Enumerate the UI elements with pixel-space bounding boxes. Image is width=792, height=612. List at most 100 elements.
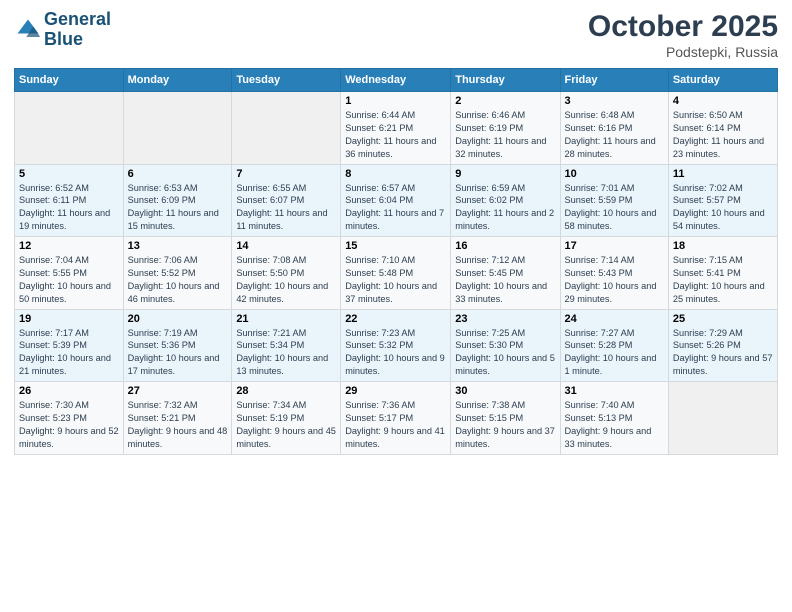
day-cell: 16Sunrise: 7:12 AMSunset: 5:45 PMDayligh… <box>451 237 560 310</box>
week-row-2: 5 Sunrise: 6:52 AMSunset: 6:11 PMDaylight… <box>15 164 778 237</box>
day-cell: 17 Sunrise: 7:14 AMSunset: 5:43 PMDayligh… <box>560 237 668 310</box>
weekday-header-monday: Monday <box>123 69 232 92</box>
day-cell: 10Sunrise: 7:01 AMSunset: 5:59 PMDayligh… <box>560 164 668 237</box>
day-number: 3 <box>565 95 664 107</box>
day-number: 14 <box>236 240 336 252</box>
day-number: 23 <box>455 313 555 325</box>
day-cell: 4Sunrise: 6:50 AMSunset: 6:14 PMDaylight… <box>668 92 777 165</box>
day-info: Sunrise: 7:29 AMSunset: 5:26 PMDaylight:… <box>673 327 773 379</box>
title-block: October 2025 Podstepki, Russia <box>588 10 778 60</box>
day-info: Sunrise: 7:14 AMSunset: 5:43 PMDaylight:… <box>565 254 664 306</box>
day-info: Sunrise: 7:36 AMSunset: 5:17 PMDaylight:… <box>345 399 446 451</box>
day-cell <box>668 382 777 455</box>
day-number: 10 <box>565 168 664 180</box>
month-title: October 2025 <box>588 10 778 44</box>
day-info: Sunrise: 7:34 AMSunset: 5:19 PMDaylight:… <box>236 399 336 451</box>
day-cell: 14 Sunrise: 7:08 AMSunset: 5:50 PMDayligh… <box>232 237 341 310</box>
weekday-header-wednesday: Wednesday <box>341 69 451 92</box>
day-cell: 29 Sunrise: 7:36 AMSunset: 5:17 PMDayligh… <box>341 382 451 455</box>
day-cell: 11 Sunrise: 7:02 AMSunset: 5:57 PMDayligh… <box>668 164 777 237</box>
weekday-header-friday: Friday <box>560 69 668 92</box>
day-number: 7 <box>236 168 336 180</box>
day-number: 24 <box>565 313 664 325</box>
day-cell: 9Sunrise: 6:59 AMSunset: 6:02 PMDaylight… <box>451 164 560 237</box>
day-cell: 7 Sunrise: 6:55 AMSunset: 6:07 PMDaylight… <box>232 164 341 237</box>
day-number: 11 <box>673 168 773 180</box>
day-number: 8 <box>345 168 446 180</box>
day-info: Sunrise: 6:55 AMSunset: 6:07 PMDaylight:… <box>236 182 336 234</box>
location: Podstepki, Russia <box>588 44 778 60</box>
day-number: 31 <box>565 385 664 397</box>
day-info: Sunrise: 7:08 AMSunset: 5:50 PMDaylight:… <box>236 254 336 306</box>
day-info: Sunrise: 7:02 AMSunset: 5:57 PMDaylight:… <box>673 182 773 234</box>
day-cell: 6Sunrise: 6:53 AMSunset: 6:09 PMDaylight… <box>123 164 232 237</box>
day-number: 25 <box>673 313 773 325</box>
day-info: Sunrise: 7:19 AMSunset: 5:36 PMDaylight:… <box>128 327 228 379</box>
day-number: 17 <box>565 240 664 252</box>
logo: General Blue <box>14 10 111 50</box>
day-cell: 23 Sunrise: 7:25 AMSunset: 5:30 PMDayligh… <box>451 309 560 382</box>
day-cell: 28 Sunrise: 7:34 AMSunset: 5:19 PMDayligh… <box>232 382 341 455</box>
day-cell: 27 Sunrise: 7:32 AMSunset: 5:21 PMDayligh… <box>123 382 232 455</box>
day-number: 19 <box>19 313 119 325</box>
day-info: Sunrise: 7:27 AMSunset: 5:28 PMDaylight:… <box>565 327 664 379</box>
day-cell: 24 Sunrise: 7:27 AMSunset: 5:28 PMDayligh… <box>560 309 668 382</box>
day-cell: 1 Sunrise: 6:44 AMSunset: 6:21 PMDaylight… <box>341 92 451 165</box>
day-cell: 12Sunrise: 7:04 AMSunset: 5:55 PMDayligh… <box>15 237 124 310</box>
day-number: 20 <box>128 313 228 325</box>
day-number: 27 <box>128 385 228 397</box>
day-number: 15 <box>345 240 446 252</box>
day-number: 29 <box>345 385 446 397</box>
day-info: Sunrise: 7:25 AMSunset: 5:30 PMDaylight:… <box>455 327 555 379</box>
day-number: 30 <box>455 385 555 397</box>
day-cell <box>232 92 341 165</box>
weekday-header-thursday: Thursday <box>451 69 560 92</box>
week-row-5: 26Sunrise: 7:30 AMSunset: 5:23 PMDayligh… <box>15 382 778 455</box>
day-info: Sunrise: 6:44 AMSunset: 6:21 PMDaylight:… <box>345 109 446 161</box>
day-cell: 26Sunrise: 7:30 AMSunset: 5:23 PMDayligh… <box>15 382 124 455</box>
day-info: Sunrise: 7:32 AMSunset: 5:21 PMDaylight:… <box>128 399 228 451</box>
day-info: Sunrise: 7:38 AMSunset: 5:15 PMDaylight:… <box>455 399 555 451</box>
weekday-header-saturday: Saturday <box>668 69 777 92</box>
logo-text: General Blue <box>44 10 111 50</box>
day-cell: 25 Sunrise: 7:29 AMSunset: 5:26 PMDayligh… <box>668 309 777 382</box>
day-info: Sunrise: 7:17 AMSunset: 5:39 PMDaylight:… <box>19 327 119 379</box>
day-info: Sunrise: 6:57 AMSunset: 6:04 PMDaylight:… <box>345 182 446 234</box>
week-row-3: 12Sunrise: 7:04 AMSunset: 5:55 PMDayligh… <box>15 237 778 310</box>
logo-icon <box>14 16 42 44</box>
day-info: Sunrise: 6:53 AMSunset: 6:09 PMDaylight:… <box>128 182 228 234</box>
day-info: Sunrise: 7:04 AMSunset: 5:55 PMDaylight:… <box>19 254 119 306</box>
day-info: Sunrise: 6:50 AMSunset: 6:14 PMDaylight:… <box>673 109 773 161</box>
day-number: 1 <box>345 95 446 107</box>
page-header: General Blue October 2025 Podstepki, Rus… <box>14 10 778 60</box>
day-number: 26 <box>19 385 119 397</box>
day-info: Sunrise: 6:46 AMSunset: 6:19 PMDaylight:… <box>455 109 555 161</box>
day-number: 22 <box>345 313 446 325</box>
day-number: 5 <box>19 168 119 180</box>
day-info: Sunrise: 6:52 AMSunset: 6:11 PMDaylight:… <box>19 182 119 234</box>
page-container: General Blue October 2025 Podstepki, Rus… <box>0 0 792 463</box>
day-cell: 18Sunrise: 7:15 AMSunset: 5:41 PMDayligh… <box>668 237 777 310</box>
day-cell: 5 Sunrise: 6:52 AMSunset: 6:11 PMDaylight… <box>15 164 124 237</box>
day-number: 13 <box>128 240 228 252</box>
week-row-1: 1 Sunrise: 6:44 AMSunset: 6:21 PMDaylight… <box>15 92 778 165</box>
logo-line1: General <box>44 10 111 30</box>
day-info: Sunrise: 7:21 AMSunset: 5:34 PMDaylight:… <box>236 327 336 379</box>
day-cell: 8 Sunrise: 6:57 AMSunset: 6:04 PMDaylight… <box>341 164 451 237</box>
day-info: Sunrise: 7:06 AMSunset: 5:52 PMDaylight:… <box>128 254 228 306</box>
calendar-table: SundayMondayTuesdayWednesdayThursdayFrid… <box>14 68 778 455</box>
day-info: Sunrise: 7:23 AMSunset: 5:32 PMDaylight:… <box>345 327 446 379</box>
day-cell: 22 Sunrise: 7:23 AMSunset: 5:32 PMDayligh… <box>341 309 451 382</box>
day-info: Sunrise: 6:48 AMSunset: 6:16 PMDaylight:… <box>565 109 664 161</box>
day-cell: 13 Sunrise: 7:06 AMSunset: 5:52 PMDayligh… <box>123 237 232 310</box>
day-number: 18 <box>673 240 773 252</box>
day-cell: 20 Sunrise: 7:19 AMSunset: 5:36 PMDayligh… <box>123 309 232 382</box>
weekday-header-row: SundayMondayTuesdayWednesdayThursdayFrid… <box>15 69 778 92</box>
day-number: 28 <box>236 385 336 397</box>
day-number: 9 <box>455 168 555 180</box>
day-cell: 21Sunrise: 7:21 AMSunset: 5:34 PMDayligh… <box>232 309 341 382</box>
day-cell <box>15 92 124 165</box>
day-cell: 30 Sunrise: 7:38 AMSunset: 5:15 PMDayligh… <box>451 382 560 455</box>
day-cell: 19 Sunrise: 7:17 AMSunset: 5:39 PMDayligh… <box>15 309 124 382</box>
day-cell: 2Sunrise: 6:46 AMSunset: 6:19 PMDaylight… <box>451 92 560 165</box>
